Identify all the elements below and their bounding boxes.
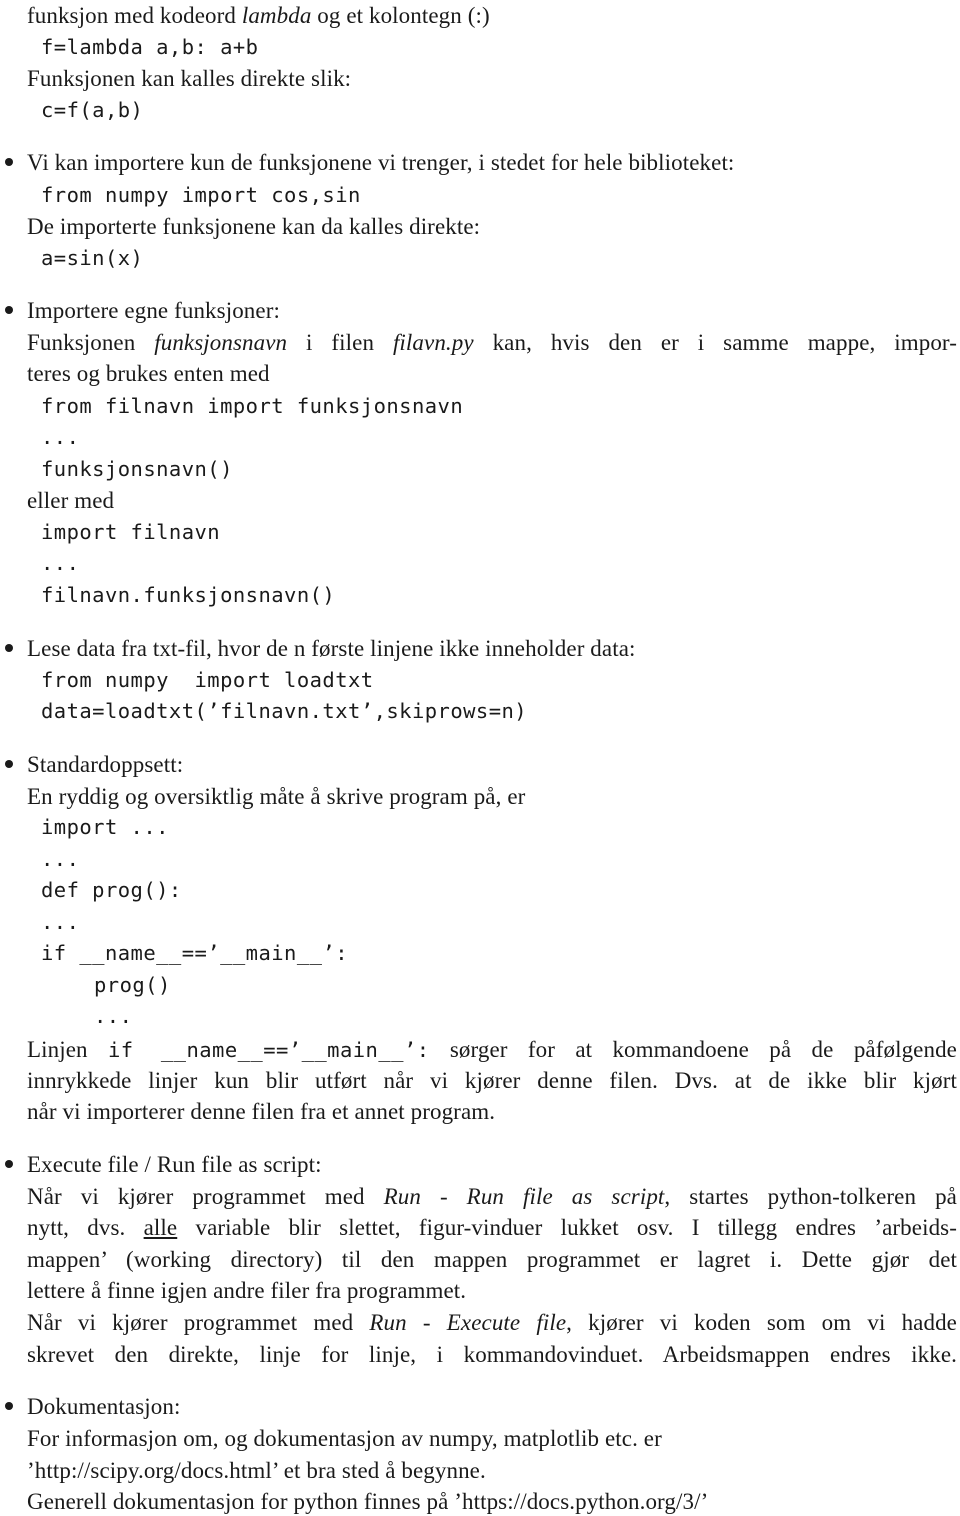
code-line: f=lambda a,b: a+b [41,35,259,59]
text: Funksjonen [27,330,155,355]
code-line: from numpy import cos,sin [41,183,361,207]
text-line: For informasjon om, og dokumentasjon av … [27,1426,662,1451]
code-line: c=f(a,b) [41,98,144,122]
section-title: Execute file / Run file as script: [27,1152,322,1177]
text-line: En ryddig og oversiktlig måte å skrive p… [27,784,526,809]
text-line: Funksjonen funksjonsnavn i filen filavn.… [27,331,957,354]
text-line: mappen’ (working directory) til den mapp… [27,1247,957,1272]
code-line: ... [41,847,80,871]
inline-code: if __name__==’__main__’: [107,1038,430,1062]
bullet-icon [5,306,13,314]
bullet-icon [5,1402,13,1410]
text: sørger for at kommandoene på de påfølgen… [429,1037,957,1062]
intro-text: funksjon med kodeord [27,3,242,28]
function-name: funksjonsnavn [154,330,288,355]
intro-text: og et kolontegn (:) [311,3,490,28]
bullet-icon [5,644,13,652]
code-line: prog() [94,973,171,997]
section-title: Lese data fra txt-fil, hvor de n første … [27,636,636,661]
bullet-icon [5,1160,13,1168]
section-title: Vi kan importere kun de funksjonene vi t… [27,150,735,175]
code-line: ... [41,425,80,449]
text-line: lettere å finne igjen andre filer fra pr… [27,1278,467,1303]
code-line: import ... [41,815,169,839]
code-line: import filnavn [41,520,221,544]
text-line: De importerte funksjonene kan da kalles … [27,214,481,239]
text-line: nytt, dvs. alle variable blir slettet, f… [27,1216,957,1239]
text-line: Generell dokumentasjon for python finnes… [27,1489,709,1514]
menu-path: Run - Run file as script [383,1184,665,1209]
text: i filen [287,330,393,355]
text-line: eller med [27,488,115,513]
code-line: if __name__==’__main__’: [41,941,349,965]
lambda-keyword: lambda [241,3,312,28]
text-line: innrykkede linjer kun blir utført når vi… [27,1068,957,1093]
code-line: filnavn.funksjonsnavn() [41,583,336,607]
code-line: a=sin(x) [41,246,144,270]
text-line: Når vi kjører programmet med Run - Run f… [27,1185,957,1208]
text: , startes python-tolkeren på [664,1184,957,1209]
text: Linjen [27,1037,108,1062]
intro-text-line: funksjon med kodeord lambda og et kolont… [27,4,490,27]
bullet-icon [5,158,13,166]
code-line: funksjonsnavn() [41,457,233,481]
code-line: ... [41,551,80,575]
emphasis: alle [143,1215,178,1240]
text-line: Når vi kjører programmet med Run - Execu… [27,1311,957,1334]
text: nytt, dvs. [27,1215,144,1240]
text: Når vi kjører programmet med [27,1310,370,1335]
menu-path: Run - Execute file [369,1310,567,1335]
text-line: Funksjonen kan kalles direkte slik: [27,66,352,91]
text-line: skrevet den direkte, linje for linje, i … [27,1342,957,1367]
text-line: teres og brukes enten med [27,361,270,386]
code-line: ... [94,1004,133,1028]
code-line: ... [41,910,80,934]
bullet-icon [5,760,13,768]
file-name: filavn.py [392,330,474,355]
text-line: Linjen if __name__==’__main__’: sørger f… [27,1038,957,1061]
text: Når vi kjører programmet med [27,1184,384,1209]
code-line: from numpy import loadtxt [41,668,374,692]
section-title: Standardoppsett: [27,752,184,777]
text-line: ’http://scipy.org/docs.html’ et bra sted… [27,1458,486,1483]
code-line: from filnavn import funksjonsnavn [41,394,464,418]
text: variable blir slettet, figur-vinduer luk… [177,1215,957,1240]
code-line: def prog(): [41,878,182,902]
text: , kjører vi koden som om vi hadde [566,1310,957,1335]
section-title: Importere egne funksjoner: [27,298,280,323]
text-line: når vi importerer denne filen fra et ann… [27,1099,496,1124]
section-title: Dokumentasjon: [27,1394,181,1419]
code-line: data=loadtxt(’filnavn.txt’,skiprows=n) [41,699,528,723]
text: kan, hvis den er i samme mappe, impor- [473,330,957,355]
